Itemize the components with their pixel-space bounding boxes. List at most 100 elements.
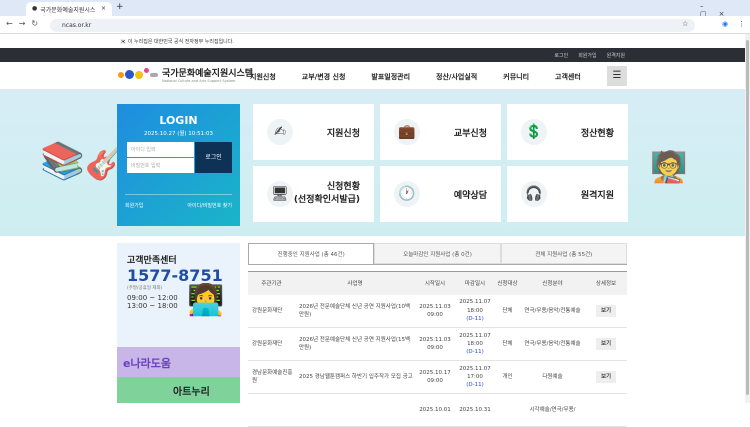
- end-datetime: 2025.11.07 18:00: [459, 299, 491, 314]
- org-cell: 경남문화예술진흥원: [248, 360, 295, 394]
- field-cell: 연극/무용/음악/전통예술: [520, 294, 585, 328]
- id-input[interactable]: 아이디 입력: [127, 142, 194, 157]
- table-row: 경남문화예술진흥원 2025 경남웹툰캠퍼스 하반기 입주작가 모집 공고 20…: [248, 360, 627, 394]
- tile-status[interactable]: 🖥 신청현황 (선정확인서발급): [253, 166, 374, 222]
- col-name: 사업명: [295, 271, 415, 295]
- target-cell: [495, 393, 520, 427]
- document-machine-icon: 🖥: [267, 181, 293, 207]
- login-button[interactable]: 로그인: [195, 142, 232, 173]
- dday-badge: (D-11): [466, 349, 484, 356]
- dday-badge: (D-11): [466, 382, 484, 389]
- gov-banner: 🇰🇷 이 누리집은 대한민국 공식 전자정부 누리집입니다.: [0, 34, 745, 48]
- url-input[interactable]: ncas.or.kr: [50, 19, 695, 32]
- name-cell[interactable]: [295, 393, 415, 427]
- end-datetime: 2025.11.07 17:00: [459, 365, 491, 380]
- col-end: 마감일시: [455, 271, 495, 295]
- login-link[interactable]: 로그인: [554, 52, 568, 62]
- org-cell: [248, 393, 295, 427]
- col-detail: 상세정보: [585, 271, 627, 295]
- agent-illustration: 👩‍💻: [187, 283, 225, 318]
- org-cell: 강원문화재단: [248, 294, 295, 328]
- tab-title: 국가문화예술지원시스템: [40, 7, 96, 23]
- target-cell: 단체: [495, 327, 520, 361]
- program-table: 주관기관 사업명 시작일시 마감일시 신청대상 신청분야 상세정보 강원문화재단…: [248, 271, 627, 427]
- browser-tab[interactable]: ●국가문화예술지원시스템 ×: [26, 2, 112, 23]
- clock-person-icon: 🕐: [394, 181, 420, 207]
- name-cell[interactable]: 2026년 전문예술단체 신년 공연 지원사업(15백만원): [295, 327, 415, 361]
- tab-all[interactable]: 전체 지원사업 (총 55건): [500, 243, 627, 264]
- close-tab-icon[interactable]: ×: [101, 5, 106, 13]
- target-cell: 개인: [495, 360, 520, 394]
- login-title: LOGIN: [159, 114, 198, 127]
- artnuri-text: 아트누리: [173, 387, 210, 398]
- table-row: 2025.10.01 2025.10.31 시각예술/연극/무용/: [248, 393, 627, 427]
- name-cell[interactable]: 2025 경남웹툰캠퍼스 하반기 입주작가 모집 공고: [295, 360, 415, 394]
- login-datetime: 2025.10.27 (월) 10:51:03: [143, 131, 214, 137]
- tile-grant[interactable]: 💼 교부신청: [380, 104, 501, 160]
- gov-banner-text: 이 누리집은 대한민국 공식 전자정부 누리집입니다.: [127, 39, 234, 45]
- tab-ongoing[interactable]: 진행중인 지원사업 (총 46건): [248, 243, 375, 264]
- end-cell: 2025.11.07 18:00 (D-11): [455, 327, 495, 361]
- table-header-row: 주관기관 사업명 시작일시 마감일시 신청대상 신청분야 상세정보: [248, 271, 627, 295]
- tile-apply[interactable]: ✍ 지원신청: [253, 104, 374, 160]
- col-start: 시작일시: [415, 271, 455, 295]
- favicon-icon: ●: [32, 5, 38, 12]
- nav-grant-change[interactable]: 교부/변경 신청: [302, 72, 346, 82]
- nav-community[interactable]: 커뮤니티: [503, 72, 529, 82]
- bookmark-star-icon[interactable]: ☆: [682, 20, 688, 28]
- nav-announcement[interactable]: 발표일정관리: [371, 72, 410, 82]
- artnuri-banner[interactable]: 아트누리: [117, 377, 240, 403]
- tile-remote[interactable]: 🎧 원격지원: [507, 166, 628, 222]
- tile-label: 신청현황 (선정확인서발급): [293, 181, 360, 206]
- tab-closing-today[interactable]: 오늘마감인 지원사업 (총 0건): [374, 243, 501, 264]
- logo-subtitle: National Culture and Arts Support System: [162, 79, 236, 83]
- org-cell: 강원문화재단: [248, 327, 295, 361]
- customer-center-banner[interactable]: 고객만족센터 1577-8751 (주말/공휴일 제외) 09:00 ~ 12:…: [117, 243, 240, 403]
- profile-icon[interactable]: ◉: [722, 20, 728, 28]
- tile-settlement[interactable]: 💲 정산현황: [507, 104, 628, 160]
- new-tab-icon[interactable]: +: [116, 2, 124, 12]
- scrollbar-thumb[interactable]: [746, 40, 749, 395]
- tile-reservation[interactable]: 🕐 예약상담: [380, 166, 501, 222]
- field-cell: 다원예술: [520, 360, 585, 394]
- headset-agent-icon: 🎧: [521, 181, 547, 207]
- e-nara-text: e나라도움: [123, 357, 171, 370]
- view-button[interactable]: 보기: [595, 337, 617, 350]
- find-account-link[interactable]: 아이디/비밀번호 찾기: [187, 202, 232, 209]
- flag-icon: 🇰🇷: [120, 39, 128, 45]
- login-box: LOGIN 2025.10.27 (월) 10:51:03 아이디 입력 비밀번…: [117, 104, 240, 226]
- signup-link[interactable]: 회원가입: [578, 52, 596, 62]
- signup-link[interactable]: 회원가입: [125, 202, 143, 209]
- end-datetime: 2025.10.31: [459, 406, 491, 413]
- name-cell[interactable]: 2026년 전문예술단체 신년 공연 지원사업(10백만원): [295, 294, 415, 328]
- nav-apply[interactable]: 지원신청: [250, 72, 276, 82]
- nav-buttons-icon[interactable]: ←→↻: [6, 19, 44, 28]
- e-nara-banner[interactable]: e나라도움: [117, 347, 240, 377]
- detail-cell: 보기: [585, 327, 627, 361]
- field-cell: 연극/무용/음악/전통예술: [520, 327, 585, 361]
- col-target: 신청대상: [495, 271, 520, 295]
- logo-title: 국가문화예술지원시스템: [162, 69, 254, 79]
- dday-badge: (D-11): [466, 315, 484, 322]
- tile-label: 원격지원: [580, 190, 614, 201]
- password-input[interactable]: 비밀번호 입력: [127, 158, 194, 173]
- tile-label: 정산현황: [580, 128, 614, 139]
- more-menu-icon[interactable]: ⋮: [738, 20, 745, 28]
- browser-tab-bar: [0, 0, 750, 16]
- nav-settlement[interactable]: 정산/사업실적: [436, 72, 477, 82]
- table-row: 강원문화재단 2026년 전문예술단체 신년 공연 지원사업(10백만원) 20…: [248, 294, 627, 328]
- start-cell: 2025.11.03 09:00: [415, 294, 455, 328]
- tile-label: 지원신청: [326, 128, 360, 139]
- logo-icon: [118, 68, 158, 79]
- detail-cell: 보기: [585, 294, 627, 328]
- hamburger-menu-icon[interactable]: ☰: [607, 66, 627, 86]
- nav-customer-center[interactable]: 고객센터: [555, 72, 581, 82]
- site-logo[interactable]: 국가문화예술지원시스템 National Culture and Arts Sup…: [118, 66, 253, 83]
- url-text: ncas.or.kr: [62, 22, 92, 29]
- view-button[interactable]: 보기: [595, 304, 617, 317]
- view-button[interactable]: 보기: [595, 370, 617, 383]
- program-tabs: 진행중인 지원사업 (총 46건) 오늘마감인 지원사업 (총 0건) 전체 지…: [248, 243, 627, 265]
- briefcase-hand-icon: 💼: [394, 119, 420, 145]
- target-cell: 단체: [495, 294, 520, 328]
- remote-support-link[interactable]: 원격지원: [607, 52, 625, 62]
